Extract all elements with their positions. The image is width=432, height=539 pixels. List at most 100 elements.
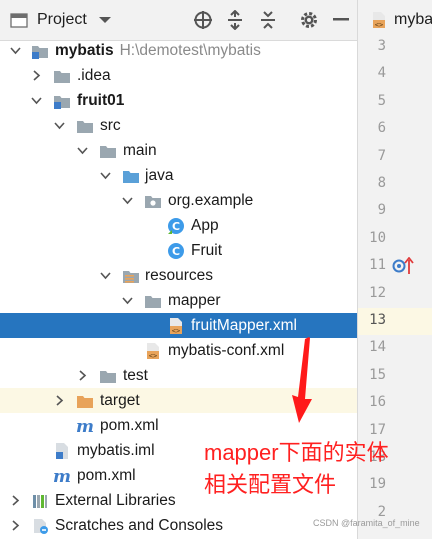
tree-label: java (145, 167, 174, 184)
line-number: 3 (377, 38, 386, 54)
chevron-right-icon[interactable] (10, 495, 21, 506)
chevron-down-icon[interactable] (10, 45, 21, 56)
svg-text:m: m (76, 417, 94, 435)
annotation-arrow (292, 337, 312, 423)
watermark: CSDN @faramita_of_mine (313, 518, 420, 528)
line-number: 12 (369, 284, 386, 301)
folder-icon (77, 121, 93, 133)
folder-icon (54, 71, 70, 83)
project-toolbar: Project (0, 0, 357, 41)
root-path: H:\demotest\mybatis (119, 42, 261, 59)
tree-label: Fruit (191, 242, 222, 259)
tree-label: mybatis H:\demotest\mybatis (55, 42, 261, 59)
line-number: 9 (377, 202, 386, 219)
editor-tab-bar: <> myba (358, 0, 432, 41)
tree-item-org-example[interactable]: org.example (0, 188, 357, 213)
tree-label: target (100, 392, 140, 409)
line-number: 7 (377, 147, 386, 164)
settings-gear-icon[interactable] (299, 10, 319, 30)
line-number: 11 (369, 257, 386, 274)
scratches-icon (34, 519, 48, 534)
tree-item-mapper[interactable]: mapper (0, 288, 357, 313)
line-number: 13 (369, 312, 386, 328)
xml-file-icon: <> (373, 12, 385, 29)
package-icon (145, 196, 161, 208)
tree-label: test (123, 367, 148, 384)
locate-target-icon[interactable] (193, 10, 213, 30)
iml-file-icon (56, 443, 68, 459)
tree-label: fruitMapper.xml (191, 317, 297, 334)
tree-item-src[interactable]: src (0, 113, 357, 138)
tree-label: resources (145, 267, 214, 284)
tree-label: src (100, 117, 121, 134)
folder-icon (145, 296, 161, 308)
expand-all-icon[interactable] (225, 10, 245, 30)
chevron-down-icon[interactable] (122, 295, 133, 306)
line-number: 15 (369, 366, 386, 383)
chevron-down-icon[interactable] (95, 10, 115, 30)
tree-item-main[interactable]: main (0, 138, 357, 163)
line-number: 4 (377, 65, 386, 82)
chevron-down-icon[interactable] (54, 120, 65, 131)
maven-icon: m (76, 417, 94, 435)
tree-label: .idea (77, 67, 111, 84)
chevron-right-icon[interactable] (54, 395, 65, 406)
tree-item-idea[interactable]: .idea (0, 63, 357, 88)
module-folder-icon (32, 46, 48, 59)
tree-item-mybatis[interactable]: mybatis H:\demotest\mybatis (0, 38, 357, 63)
chevron-down-icon[interactable] (100, 270, 111, 281)
svg-text:m: m (53, 467, 71, 485)
panel-title[interactable]: Project (37, 11, 87, 29)
tree-label: App (191, 217, 219, 234)
folder-icon (100, 371, 116, 383)
xml-file-icon: <> (147, 343, 159, 360)
chevron-right-icon[interactable] (31, 70, 42, 81)
tree-label: Scratches and Consoles (55, 517, 224, 534)
chevron-down-icon[interactable] (100, 170, 111, 181)
source-folder-icon (123, 171, 139, 183)
chevron-right-icon[interactable] (77, 370, 88, 381)
chevron-down-icon[interactable] (122, 195, 133, 206)
xml-file-icon: <> (170, 318, 182, 335)
annotation-text-line1: mapper下面的实体 (204, 440, 389, 465)
svg-text:<>: <> (172, 327, 180, 335)
tree-item-app[interactable]: C App (0, 213, 357, 238)
line-number: 19 (369, 476, 386, 493)
tree-item-scratches[interactable]: Scratches and Consoles (0, 513, 357, 538)
svg-text:C: C (172, 220, 180, 233)
maven-icon: m (53, 467, 71, 485)
svg-text:C: C (172, 245, 180, 258)
tree-label: fruit01 (77, 92, 125, 109)
tree-item-java[interactable]: java (0, 163, 357, 188)
tree-label: pom.xml (77, 467, 136, 484)
implementing-method-gutter-icon[interactable] (392, 257, 414, 275)
project-folder-icon (9, 10, 29, 30)
java-class-icon: C (168, 243, 184, 259)
excluded-folder-icon (77, 396, 93, 408)
tree-label: pom.xml (100, 417, 159, 434)
annotation-text-line2: 相关配置文件 (204, 472, 337, 497)
chevron-down-icon[interactable] (77, 145, 88, 156)
svg-text:<>: <> (375, 21, 383, 29)
line-number: 5 (377, 92, 386, 109)
tree-item-fruit01[interactable]: fruit01 (0, 88, 357, 113)
collapse-all-icon[interactable] (258, 10, 278, 30)
hide-minus-icon[interactable] (331, 10, 351, 30)
line-number: 6 (377, 120, 386, 137)
line-number: 8 (377, 175, 386, 191)
tree-label: main (123, 142, 157, 159)
tree-label: External Libraries (55, 492, 176, 509)
editor-tab-label[interactable]: myba (394, 11, 432, 29)
tree-item-resources[interactable]: resources (0, 263, 357, 288)
chevron-down-icon[interactable] (31, 95, 42, 106)
tree-label: mapper (168, 292, 221, 309)
line-number: 10 (369, 229, 386, 246)
tree-label: org.example (168, 192, 254, 209)
tree-label: mybatis-conf.xml (168, 342, 285, 359)
library-icon (33, 495, 47, 508)
line-number: 14 (369, 339, 386, 356)
tree-item-fruit[interactable]: C Fruit (0, 238, 357, 263)
module-folder-icon (54, 96, 70, 109)
chevron-right-icon[interactable] (10, 520, 21, 531)
folder-icon (100, 146, 116, 158)
